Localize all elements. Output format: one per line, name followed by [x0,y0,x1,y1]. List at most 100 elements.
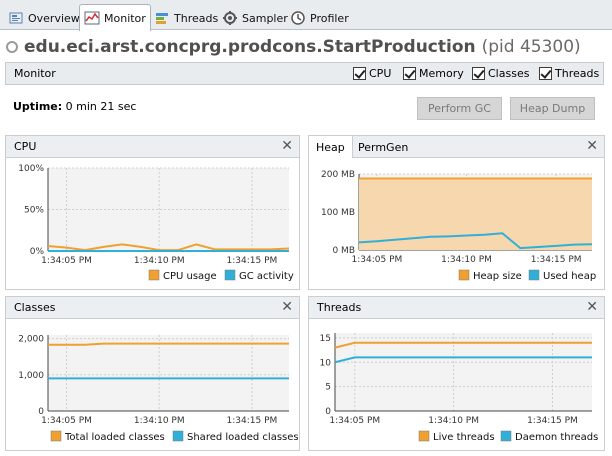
checkbox-classes-box[interactable] [472,67,485,80]
heap-panel-header: Heap PermGen ✕ [309,136,604,158]
tab-heap[interactable]: Heap [309,136,353,158]
legend-swatch [528,269,540,281]
y-tick-label: 10 [320,358,332,368]
tab-threads-label: Threads [174,11,219,25]
y-tick-label: 200 MB [321,170,355,180]
cpu-panel: CPU ✕ 100% 50% 0% 1:34:05 PM 1:34:10 PM 1:34:… [5,135,300,290]
cpu-panel-title: CPU [14,140,37,153]
uptime-label: Uptime: [13,100,63,113]
checkbox-classes[interactable]: Classes [472,67,529,80]
checkbox-memory-box[interactable] [403,67,416,80]
x-tick-label: 1:34:15 PM [227,256,278,266]
uptime: Uptime: 0 min 21 sec [13,100,136,113]
monitor-bar: Monitor CPU Memory Classes Threads [5,62,604,85]
profiler-icon [291,11,305,25]
cpu-close-icon[interactable]: ✕ [281,138,293,154]
checkbox-threads[interactable]: Threads [539,67,599,80]
threads-panel-header: Threads ✕ [309,297,604,319]
x-tick-label: 1:34:15 PM [227,416,278,426]
y-tick-label: 100 MB [321,208,355,218]
checkbox-memory[interactable]: Memory [403,67,464,80]
uptime-value: 0 min 21 sec [65,100,137,113]
heap-close-icon[interactable]: ✕ [586,138,598,154]
legend-label: Heap size [473,271,522,282]
heap-chart: 200 MB100 MB0 MB1:34:05 PM 1:34:10 PM 1:34… [321,170,596,282]
y-tick-label: 15 [320,334,331,344]
tab-bar: Overview Monitor Threads Sampler Profile… [0,0,612,31]
series-line-total-loaded-classes [48,342,289,346]
checkbox-threads-box[interactable] [539,67,552,80]
status-circle-icon [6,41,18,53]
legend-label: CPU usage [163,271,217,282]
x-tick-label: 1:34:05 PM [41,256,92,266]
classes-chart: 2,0001,00001:34:05 PM 1:34:10 PM 1:34:15 P… [18,335,299,443]
x-tick-label: 1:34:05 PM [41,416,92,426]
cpu-panel-header: CPU ✕ [6,136,299,158]
pid-label: (pid 45300) [481,37,581,57]
tab-threads[interactable]: Threads [150,6,222,30]
y-tick-label: 2,000 [18,335,44,345]
legend-swatch [50,430,62,442]
x-tick-label: 1:34:15 PM [531,255,582,265]
classes-close-icon[interactable]: ✕ [281,299,293,315]
legend-label: Used heap [543,271,596,282]
legend-label: Daemon threads [515,432,598,443]
y-tick-label: 50% [24,206,44,216]
perform-gc-button[interactable]: Perform GC [417,97,502,120]
legend-swatch [418,430,430,442]
tab-overview[interactable]: Overview [4,6,84,30]
x-tick-label: 1:34:05 PM [329,416,380,426]
checkbox-cpu[interactable]: CPU [353,67,391,80]
classes-panel-header: Classes ✕ [6,297,299,319]
page-title: edu.eci.arst.concprg.prodcons.StartProdu… [6,36,581,58]
y-tick-label: 1,000 [18,371,44,381]
legend-swatch [224,269,236,281]
x-tick-label: 1:34:10 PM [134,416,185,426]
x-tick-label: 1:34:10 PM [134,256,185,266]
tab-monitor[interactable]: Monitor [79,4,151,31]
x-tick-label: 1:34:15 PM [527,416,578,426]
monitor-icon [84,11,100,25]
checkbox-memory-label: Memory [419,67,464,80]
y-tick-label: 5 [325,383,331,393]
legend-swatch [458,269,470,281]
x-tick-label: 1:34:10 PM [441,255,492,265]
threads-panel-title: Threads [317,301,362,314]
tab-permgen[interactable]: PermGen [351,136,415,158]
threads-icon [156,13,168,24]
monitor-label: Monitor [14,67,56,80]
threads-panel: Threads ✕ 15 10 5 0 1:34:05 PM 1:34:10 PM 1:34… [308,296,605,451]
legend-swatch [500,430,512,442]
legend-label: GC activity [239,271,294,282]
classes-panel: Classes ✕ 2,000 1,000 0 1:34:05 PM 1:34:10 P… [5,296,300,451]
overview-icon [9,12,23,24]
legend-swatch [148,269,160,281]
legend-swatch [172,430,184,442]
heap-panel: Heap PermGen ✕ 200 MB 100 MB 0 MB 1:34:05 P… [308,135,605,290]
tab-monitor-label: Monitor [104,11,146,25]
heap-dump-button[interactable]: Heap Dump [510,97,595,120]
tab-profiler[interactable]: Profiler [286,6,353,30]
threads-close-icon[interactable]: ✕ [586,299,598,315]
tab-sampler[interactable]: Sampler [218,6,292,30]
checkbox-threads-label: Threads [555,67,600,80]
legend-label: Total loaded classes [64,432,165,443]
app-name: edu.eci.arst.concprg.prodcons.StartProdu… [24,37,476,57]
checkbox-cpu-label: CPU [369,67,392,80]
x-tick-label: 1:34:05 PM [352,255,403,265]
tab-overview-label: Overview [28,11,80,25]
checkbox-cpu-box[interactable] [353,67,366,80]
x-tick-label: 1:34:10 PM [428,416,479,426]
y-tick-label: 100% [18,164,44,174]
plot-area [335,333,592,411]
classes-panel-title: Classes [14,301,56,314]
plot-area [48,335,289,411]
legend-label: Shared loaded classes [187,432,299,443]
legend-label: Live threads [433,432,495,443]
checkbox-classes-label: Classes [488,67,530,80]
cpu-chart: 100%50%0%1:34:05 PM 1:34:10 PM 1:34:15 PMC… [18,164,294,282]
tab-profiler-label: Profiler [310,11,349,25]
threads-chart: 1510501:34:05 PM 1:34:10 PM 1:34:15 PMLive… [320,333,598,443]
tab-sampler-label: Sampler [242,11,288,25]
sampler-icon [223,11,237,25]
